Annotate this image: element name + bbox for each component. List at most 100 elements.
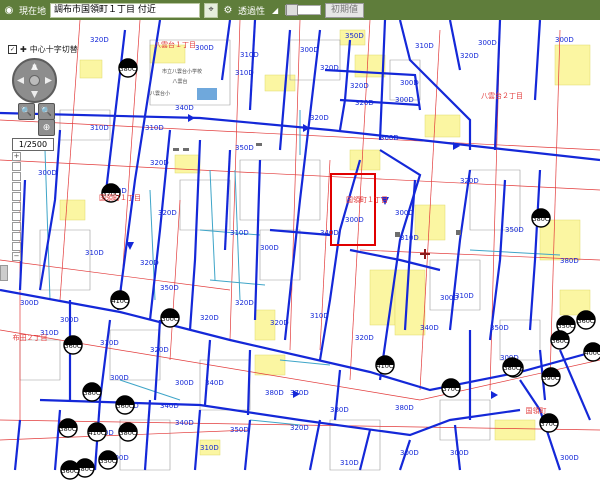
pipe-label: 300D [450, 449, 469, 457]
manhole-marker[interactable]: 380C [58, 418, 78, 438]
pipe-label: 320D [235, 299, 254, 307]
manhole-marker[interactable]: 380C [531, 208, 551, 228]
zoom-minus-step[interactable]: − [12, 252, 21, 261]
zoom-slider[interactable]: + − [11, 152, 21, 262]
manhole-label: 350C [100, 457, 117, 465]
manhole-marker[interactable]: 360C [550, 330, 570, 350]
zoom-step[interactable] [12, 202, 21, 211]
toolbar: ◉ 現在地 調布市国領町１丁目 付近 ⌖ ⚙ 透過性 ◢ 初期値 [0, 0, 600, 20]
manhole-label: 410C [112, 297, 129, 305]
manhole-marker[interactable]: 380C [82, 382, 102, 402]
manhole-marker[interactable]: 410C [87, 422, 107, 442]
manhole-label: 380C [120, 429, 137, 437]
pipe-label: 310D [340, 459, 359, 467]
zoom-step[interactable] [12, 182, 21, 191]
zoom-in-icon[interactable]: 🔍 [18, 103, 35, 120]
pan-control[interactable]: N [12, 58, 57, 103]
manhole-marker[interactable]: 410C [110, 290, 130, 310]
manhole-marker[interactable]: 360C [63, 335, 83, 355]
zoom-fit-icon[interactable]: ⊕ [38, 119, 55, 136]
facility-label: 八雲台 [172, 78, 187, 85]
manhole-marker[interactable]: 370C [539, 413, 559, 433]
pipe-label: 320D [290, 424, 309, 432]
pipe-label: 310D [235, 69, 254, 77]
zoom-step[interactable] [12, 192, 21, 201]
manhole-label: 360C [62, 467, 79, 475]
zoom-step[interactable] [12, 212, 21, 221]
center-marker [420, 249, 430, 259]
pipe-label: 310D [310, 312, 329, 320]
slider-knob[interactable] [286, 4, 299, 16]
facility-label: 市立八雲台小学校 [162, 68, 202, 75]
manhole-marker[interactable]: 400C [583, 342, 600, 362]
pipe-label: 300D [555, 36, 574, 44]
pipe-label: 320D [460, 177, 479, 185]
pipe-label: 310D [200, 444, 219, 452]
map-view[interactable]: 320D 300D 310D 300D 350D 310D 320D 300D 300D 320D… [0, 20, 600, 492]
zoom-step[interactable] [12, 232, 21, 241]
zoom-step[interactable] [12, 172, 21, 181]
pipe-label: 300D [60, 316, 79, 324]
manhole-label: 370C [443, 385, 460, 393]
pipe-label: 320D [310, 114, 329, 122]
manhole-label: 360C [552, 337, 569, 345]
manhole-marker[interactable]: 370C [441, 378, 461, 398]
zoom-plus-step[interactable]: + [12, 152, 21, 161]
pipe-label: 350D [490, 324, 509, 332]
facility-label: 八雲台小 [150, 90, 170, 97]
manhole-label: 410C [89, 429, 106, 437]
pipe-label: 310D [100, 339, 119, 347]
pipe-label: 340D [175, 419, 194, 427]
pipe-label: 310D [415, 42, 434, 50]
manhole-marker[interactable]: 350C [98, 450, 118, 470]
manhole-marker[interactable]: 360C [115, 395, 135, 415]
pipe-label: 320D [355, 99, 374, 107]
reset-button[interactable]: 初期値 [325, 2, 365, 18]
zoom-out-icon[interactable]: 🔍 [38, 103, 55, 120]
pipe-label: 380D [265, 389, 284, 397]
side-panel-toggle[interactable] [0, 265, 8, 281]
manhole-marker[interactable]: 410C [375, 355, 395, 375]
manhole-label: 390C [543, 374, 560, 382]
manhole-marker[interactable]: 300C [160, 308, 180, 328]
pipe-label: 350D [345, 32, 364, 40]
manhole-label: 380C [504, 364, 521, 372]
pipe-label: 310D [145, 124, 164, 132]
pipe-label: 320D [200, 314, 219, 322]
pipe-label: 300D [400, 79, 419, 87]
pipe-label: 300D [300, 46, 319, 54]
plus-icon: ✚ [20, 45, 27, 54]
crosshair-icon: ⌖ [208, 5, 214, 15]
area-label: 布田２丁目 [13, 333, 48, 342]
pipe-label: 300D [395, 209, 414, 217]
gear-icon[interactable]: ⚙ [222, 4, 234, 16]
manhole-marker[interactable]: 360C [576, 310, 596, 330]
zoom-step[interactable] [12, 162, 21, 171]
pipe-label: 320D [355, 334, 374, 342]
pipe-label: 340D [320, 229, 339, 237]
zoom-step[interactable] [12, 242, 21, 251]
pipe-label: 300D [400, 449, 419, 457]
pipe-label: 320D [350, 82, 369, 90]
manhole-marker[interactable]: 380C [118, 58, 138, 78]
manhole-marker[interactable]: 380C [502, 357, 522, 377]
pipe-label: 340D [175, 104, 194, 112]
manhole-marker[interactable]: 380C [118, 422, 138, 442]
crosshair-toggle[interactable]: ✓ ✚ 中心十字切替 [8, 44, 78, 55]
manhole-label: 380C [84, 389, 101, 397]
pipe-label: 300D [560, 454, 579, 462]
search-button[interactable]: ⌖ [204, 2, 219, 18]
manhole-label: 400C [585, 349, 600, 357]
location-input[interactable]: 調布市国領町１丁目 付近 [50, 2, 201, 18]
map-canvas[interactable]: 320D 300D 310D 300D 350D 310D 320D 300D 300D 320D… [0, 20, 600, 492]
zoom-buttons: 🔍 🔍 [18, 103, 55, 120]
location-label: 現在地 [19, 6, 47, 17]
crosshair-checkbox[interactable]: ✓ [8, 45, 17, 54]
manhole-marker[interactable]: 360C [60, 460, 80, 480]
manhole-marker[interactable]: 390C [541, 367, 561, 387]
area-label: 国領町１丁目 [99, 193, 141, 202]
transparency-slider[interactable] [285, 4, 322, 16]
manhole-label: 380C [533, 215, 550, 223]
pipe-label: 300D [110, 374, 129, 382]
zoom-step[interactable] [12, 222, 21, 231]
